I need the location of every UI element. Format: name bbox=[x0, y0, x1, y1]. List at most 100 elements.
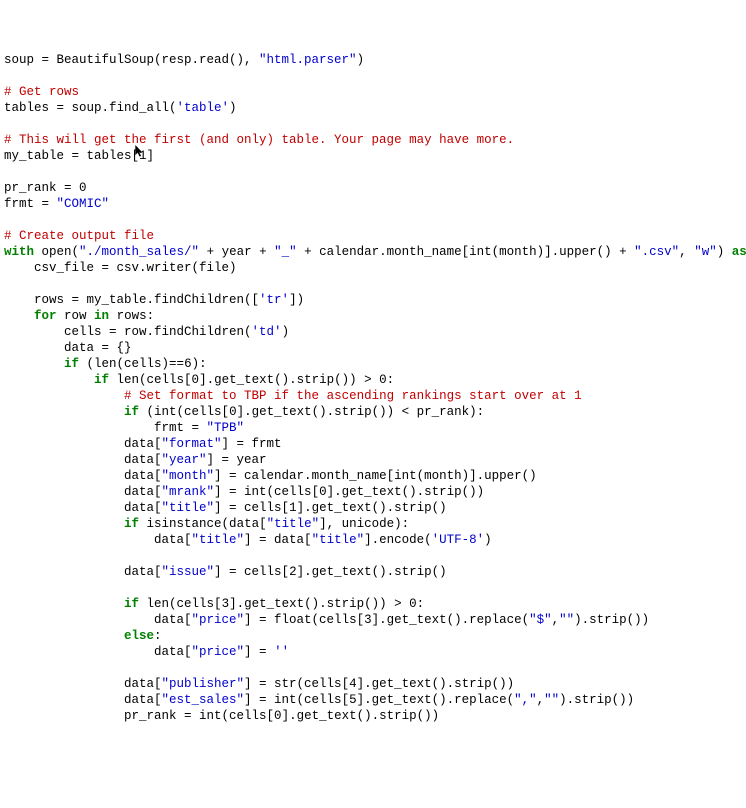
code-line: data["year"] = year bbox=[4, 452, 742, 468]
code-line bbox=[4, 660, 742, 676]
token: if bbox=[124, 405, 139, 419]
token: ).strip()) bbox=[574, 613, 649, 627]
token: ] = year bbox=[207, 453, 267, 467]
code-line: tables = soup.find_all('table') bbox=[4, 100, 742, 116]
token bbox=[4, 309, 34, 323]
token: , bbox=[679, 245, 694, 259]
code-line: # Set format to TBP if the ascending ran… bbox=[4, 388, 742, 404]
token: "./month_sales/" bbox=[79, 245, 199, 259]
token: data[ bbox=[4, 453, 162, 467]
token: 1 bbox=[289, 501, 297, 515]
token: data[ bbox=[4, 501, 162, 515]
token: ).strip()) bbox=[559, 693, 634, 707]
token: "$" bbox=[529, 613, 552, 627]
token: "format" bbox=[162, 437, 222, 451]
token: "COMIC" bbox=[57, 197, 110, 211]
code-line bbox=[4, 164, 742, 180]
token: "month" bbox=[162, 469, 215, 483]
token: data[ bbox=[4, 437, 162, 451]
code-line: data["month"] = calendar.month_name[int(… bbox=[4, 468, 742, 484]
token: ] = data[ bbox=[244, 533, 312, 547]
token: "," bbox=[514, 693, 537, 707]
token: in bbox=[94, 309, 109, 323]
code-line bbox=[4, 212, 742, 228]
token: 3 bbox=[364, 613, 372, 627]
token: frmt = bbox=[4, 197, 57, 211]
code-line: if (int(cells[0].get_text().strip()) < p… bbox=[4, 404, 742, 420]
code-line bbox=[4, 580, 742, 596]
code-line: data["title"] = data["title"].encode('UT… bbox=[4, 532, 742, 548]
token: : bbox=[417, 597, 425, 611]
token: ] = str(cells[ bbox=[244, 677, 349, 691]
token: cells = row.findChildren( bbox=[4, 325, 252, 339]
token: ): bbox=[192, 357, 207, 371]
token: ) bbox=[717, 245, 732, 259]
token: ] = bbox=[244, 645, 274, 659]
token: "price" bbox=[192, 645, 245, 659]
token: ) bbox=[229, 101, 237, 115]
token bbox=[4, 629, 124, 643]
token: 1 bbox=[139, 149, 147, 163]
token: ].encode( bbox=[364, 533, 432, 547]
token: ) bbox=[357, 53, 365, 67]
token: "price" bbox=[192, 613, 245, 627]
token: open( bbox=[34, 245, 79, 259]
token: row bbox=[57, 309, 95, 323]
code-line: my_table = tables[1] bbox=[4, 148, 742, 164]
token: 6 bbox=[184, 357, 192, 371]
code-line: for row in rows: bbox=[4, 308, 742, 324]
code-line: csv_file = csv.writer(file) bbox=[4, 260, 742, 276]
token: 0 bbox=[409, 597, 417, 611]
token: "w" bbox=[694, 245, 717, 259]
token: ].get_text().strip()) bbox=[357, 677, 515, 691]
code-line: cells = row.findChildren('td') bbox=[4, 324, 742, 340]
token: if bbox=[94, 373, 109, 387]
token: 4 bbox=[349, 677, 357, 691]
token: "issue" bbox=[162, 565, 215, 579]
code-line: if len(cells[3].get_text().strip()) > 0: bbox=[4, 596, 742, 612]
token: isinstance(data[ bbox=[139, 517, 267, 531]
token: ] = cells[ bbox=[214, 565, 289, 579]
token: "" bbox=[559, 613, 574, 627]
token: ].get_text().strip() bbox=[297, 501, 447, 515]
token: "publisher" bbox=[162, 677, 245, 691]
token: frmt = bbox=[4, 421, 207, 435]
code-line: data["price"] = '' bbox=[4, 644, 742, 660]
token: ].get_text().strip()) > bbox=[229, 597, 409, 611]
code-line: frmt = "COMIC" bbox=[4, 196, 742, 212]
code-line: rows = my_table.findChildren(['tr']) bbox=[4, 292, 742, 308]
code-line: data["mrank"] = int(cells[0].get_text().… bbox=[4, 484, 742, 500]
token: "html.parser" bbox=[259, 53, 357, 67]
code-line: frmt = "TPB" bbox=[4, 420, 742, 436]
token bbox=[4, 373, 94, 387]
code-line: data["title"] = cells[1].get_text().stri… bbox=[4, 500, 742, 516]
code-line: data["price"] = float(cells[3].get_text(… bbox=[4, 612, 742, 628]
token: : bbox=[387, 373, 395, 387]
token: "title" bbox=[192, 533, 245, 547]
token: 'td' bbox=[252, 325, 282, 339]
token: "mrank" bbox=[162, 485, 215, 499]
token: ].get_text().strip()) bbox=[327, 485, 485, 499]
token: + year + bbox=[199, 245, 274, 259]
token: "year" bbox=[162, 453, 207, 467]
token: "_" bbox=[274, 245, 297, 259]
token: data[ bbox=[4, 645, 192, 659]
token: len(cells[ bbox=[109, 373, 192, 387]
token bbox=[4, 389, 124, 403]
code-line: soup = BeautifulSoup(resp.read(), "html.… bbox=[4, 52, 742, 68]
code-line: pr_rank = 0 bbox=[4, 180, 742, 196]
token: # Create output file bbox=[4, 229, 154, 243]
code-line: pr_rank = int(cells[0].get_text().strip(… bbox=[4, 708, 742, 724]
token: "TPB" bbox=[207, 421, 245, 435]
token: 2 bbox=[289, 565, 297, 579]
token: 0 bbox=[192, 373, 200, 387]
token: 0 bbox=[274, 709, 282, 723]
token: 5 bbox=[349, 693, 357, 707]
code-line: # This will get the first (and only) tab… bbox=[4, 132, 742, 148]
token: "est_sales" bbox=[162, 693, 245, 707]
token: pr_rank = int(cells[ bbox=[4, 709, 274, 723]
code-line: with open("./month_sales/" + year + "_" … bbox=[4, 244, 742, 260]
token: 0 bbox=[79, 181, 87, 195]
token: data[ bbox=[4, 485, 162, 499]
token: if bbox=[64, 357, 79, 371]
